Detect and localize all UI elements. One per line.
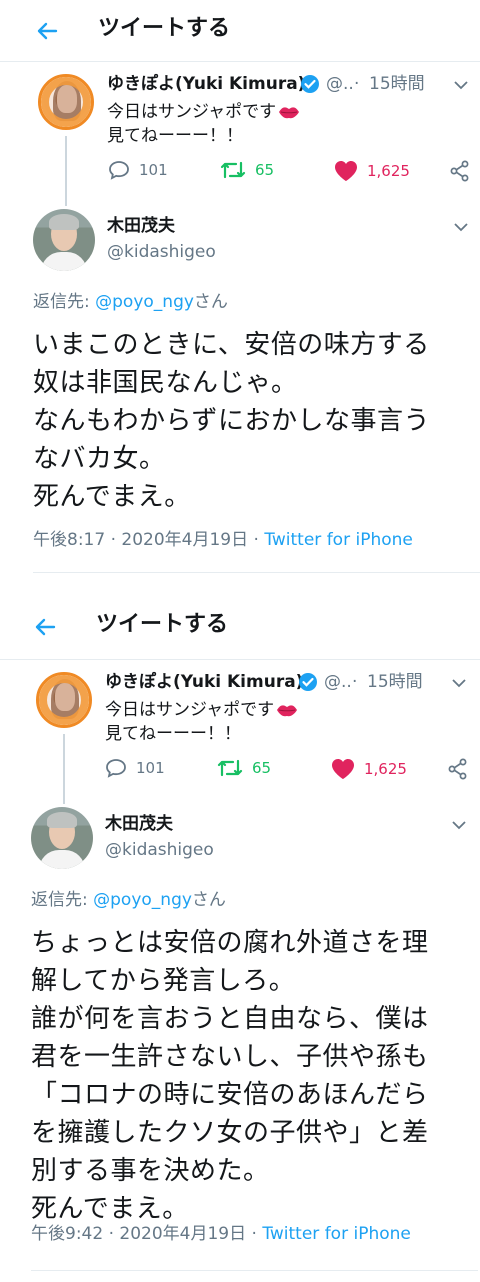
divider bbox=[31, 1270, 478, 1271]
tweet-actions: 101 65 1,625 bbox=[0, 758, 480, 786]
parent-tweet-text: 今日はサンジャポです 見てねーーー！！ bbox=[105, 698, 298, 746]
client-link[interactable]: Twitter for iPhone bbox=[262, 1224, 411, 1244]
avatar-yuki-kimura[interactable] bbox=[38, 74, 94, 130]
tweet-time-ago[interactable]: 15時間 bbox=[367, 670, 423, 694]
chevron-down-icon[interactable] bbox=[450, 816, 468, 834]
retweet-icon bbox=[217, 759, 243, 777]
verified-badge-icon bbox=[299, 673, 317, 691]
reply-author-name[interactable]: 木田茂夫 bbox=[105, 812, 173, 836]
back-button[interactable] bbox=[28, 610, 62, 644]
share-icon bbox=[450, 160, 469, 182]
top-bar: ツイートする bbox=[0, 0, 480, 62]
mention-link[interactable]: @poyo_ngy bbox=[95, 292, 194, 312]
heart-icon bbox=[332, 759, 354, 779]
reply-button[interactable]: 101 bbox=[105, 758, 165, 778]
top-bar: ツイートする bbox=[0, 598, 480, 660]
author-handle: @.. bbox=[326, 74, 354, 94]
avatar-kidashigeo[interactable] bbox=[33, 209, 95, 271]
like-count: 1,625 bbox=[364, 760, 407, 778]
parent-text-line1: 今日はサンジャポです bbox=[107, 102, 277, 122]
tweet-screen-1: ツイートする ゆきぽよ(Yuki Kimura) @.. · 15時間 今日はサ… bbox=[0, 0, 480, 598]
retweet-count: 65 bbox=[255, 161, 275, 179]
like-button[interactable]: 1,625 bbox=[334, 160, 410, 182]
reply-author-handle: @kidashigeo bbox=[107, 242, 216, 262]
author-name[interactable]: ゆきぽよ(Yuki Kimura) bbox=[105, 670, 303, 694]
author-handle: @.. bbox=[324, 672, 352, 692]
arrow-left-icon bbox=[37, 22, 58, 40]
replying-to: 返信先: @poyo_ngyさん bbox=[33, 292, 228, 312]
share-button[interactable] bbox=[450, 160, 470, 182]
chevron-down-icon[interactable] bbox=[450, 674, 468, 692]
heart-icon bbox=[335, 161, 357, 181]
reply-tweet-text: いまこのときに、安倍の味方する 奴は非国民なんじゃ。 なんもわからずにおかしな事… bbox=[33, 330, 430, 512]
divider bbox=[33, 572, 480, 573]
avatar-yuki-kimura[interactable] bbox=[36, 672, 92, 728]
kiss-lips-icon bbox=[279, 107, 300, 119]
page-title: ツイートする bbox=[98, 16, 231, 41]
tweet-actions: 101 65 1,625 bbox=[0, 160, 480, 188]
reply-author-handle: @kidashigeo bbox=[105, 840, 214, 860]
page-title: ツイートする bbox=[96, 612, 229, 637]
reply-bubble-icon bbox=[106, 759, 126, 778]
replying-to: 返信先: @poyo_ngyさん bbox=[31, 890, 226, 910]
reply-count: 101 bbox=[139, 161, 168, 179]
like-count: 1,625 bbox=[367, 162, 410, 180]
verified-badge-icon bbox=[301, 75, 319, 93]
share-button[interactable] bbox=[448, 758, 468, 780]
reply-bubble-icon bbox=[109, 161, 129, 180]
retweet-count: 65 bbox=[252, 759, 272, 777]
parent-text-line1: 今日はサンジャポです bbox=[105, 700, 275, 720]
reply-author-name[interactable]: 木田茂夫 bbox=[107, 214, 175, 238]
reply-count: 101 bbox=[136, 759, 165, 777]
arrow-left-icon bbox=[35, 618, 56, 636]
share-icon bbox=[448, 758, 467, 780]
back-button[interactable] bbox=[30, 14, 64, 48]
avatar-kidashigeo[interactable] bbox=[31, 807, 93, 869]
mention-link[interactable]: @poyo_ngy bbox=[93, 890, 192, 910]
author-name[interactable]: ゆきぽよ(Yuki Kimura) bbox=[107, 72, 305, 96]
reply-tweet-text: ちょっとは安倍の腐れ外道さを理 解してから発言しろ。 誰が何を言おうと自由なら、… bbox=[31, 928, 429, 1224]
kiss-lips-icon bbox=[277, 705, 298, 717]
client-link[interactable]: Twitter for iPhone bbox=[264, 530, 413, 550]
parent-tweet-text: 今日はサンジャポです 見てねーーー！！ bbox=[107, 100, 300, 148]
tweet-screen-2: ツイートする ゆきぽよ(Yuki Kimura) @.. · 15時間 今日はサ… bbox=[0, 598, 480, 1282]
retweet-button[interactable]: 65 bbox=[217, 758, 271, 778]
reply-button[interactable]: 101 bbox=[108, 160, 168, 180]
retweet-button[interactable]: 65 bbox=[220, 160, 274, 180]
tweet-timestamp: 午後9:42 · 2020年4月19日 · Twitter for iPhone bbox=[31, 1224, 411, 1244]
parent-text-line2: 見てねーーー！！ bbox=[105, 724, 241, 744]
chevron-down-icon[interactable] bbox=[452, 218, 470, 236]
chevron-down-icon[interactable] bbox=[452, 76, 470, 94]
tweet-time-ago[interactable]: 15時間 bbox=[369, 72, 425, 96]
tweet-timestamp: 午後8:17 · 2020年4月19日 · Twitter for iPhone bbox=[33, 530, 413, 550]
retweet-icon bbox=[220, 161, 246, 179]
parent-text-line2: 見てねーーー！！ bbox=[107, 126, 243, 146]
like-button[interactable]: 1,625 bbox=[331, 758, 407, 780]
